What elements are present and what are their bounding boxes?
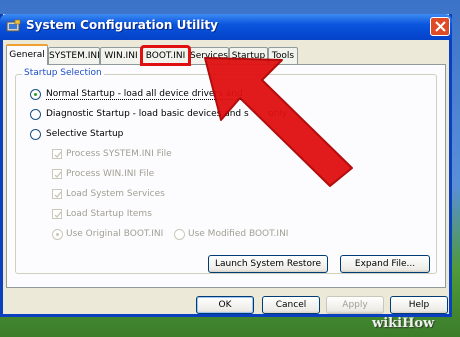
general-tab-panel: Startup Selection Normal Startup - load … — [6, 64, 446, 288]
cancel-button[interactable]: Cancel — [262, 296, 320, 314]
ok-button[interactable]: OK — [196, 296, 254, 314]
load-startup-items-checkbox[interactable] — [52, 209, 62, 219]
checkmark-icon — [54, 151, 62, 159]
tab-win-ini[interactable]: WIN.INI — [100, 47, 142, 64]
checkmark-icon — [54, 171, 62, 179]
close-icon — [435, 21, 446, 32]
selective-startup-radio[interactable] — [30, 129, 41, 140]
load-startup-items-label: Load Startup Items — [66, 209, 152, 219]
process-system-ini-checkbox[interactable] — [52, 149, 62, 159]
checkmark-icon — [54, 191, 62, 199]
diagnostic-startup-radio[interactable] — [30, 109, 41, 120]
diagnostic-startup-label[interactable]: Diagnostic Startup - load basic devices … — [46, 109, 249, 119]
process-win-ini-label: Process WIN.INI File — [66, 169, 155, 179]
use-modified-boot-ini-radio[interactable] — [174, 229, 185, 240]
radio-selected-dot — [56, 233, 59, 236]
tab-services[interactable]: Services — [189, 47, 229, 64]
launch-system-restore-button[interactable]: Launch System Restore — [208, 255, 328, 273]
process-system-ini-label: Process SYSTEM.INI File — [66, 149, 172, 159]
window-title: System Configuration Utility — [26, 18, 218, 32]
use-original-boot-ini-label: Use Original BOOT.INI — [66, 229, 164, 239]
load-system-services-label: Load System Services — [66, 189, 165, 199]
use-modified-boot-ini-label: Use Modified BOOT.INI — [188, 229, 289, 239]
tab-startup[interactable]: Startup — [229, 47, 268, 64]
normal-startup-label[interactable]: Normal Startup - load all device drivers… — [46, 89, 243, 100]
group-title: Startup Selection — [22, 68, 104, 78]
help-button[interactable]: Help — [390, 296, 448, 314]
tab-tools[interactable]: Tools — [268, 47, 298, 64]
startup-selection-group: Startup Selection Normal Startup - load … — [15, 68, 437, 274]
process-win-ini-checkbox[interactable] — [52, 169, 62, 179]
title-bar[interactable]: System Configuration Utility — [0, 14, 452, 40]
diagnostic-startup-label-tail: only — [268, 109, 288, 119]
normal-startup-radio[interactable] — [30, 89, 41, 100]
load-system-services-checkbox[interactable] — [52, 189, 62, 199]
tab-system-ini[interactable]: SYSTEM.INI — [48, 47, 100, 64]
selective-startup-label[interactable]: Selective Startup — [46, 129, 123, 139]
expand-file-button[interactable]: Expand File... — [340, 255, 430, 273]
close-button[interactable] — [430, 17, 450, 36]
tab-strip: General SYSTEM.INI WIN.INI BOOT.INI Serv… — [6, 44, 446, 66]
tab-boot-ini[interactable]: BOOT.INI — [140, 45, 191, 66]
msconfig-icon — [6, 19, 21, 32]
tab-general[interactable]: General — [6, 44, 48, 65]
radio-selected-dot — [34, 93, 37, 96]
apply-button[interactable]: Apply — [326, 296, 384, 314]
wikihow-watermark: wikiHow — [372, 316, 435, 331]
checkmark-icon — [54, 211, 62, 219]
use-original-boot-ini-radio[interactable] — [52, 229, 63, 240]
